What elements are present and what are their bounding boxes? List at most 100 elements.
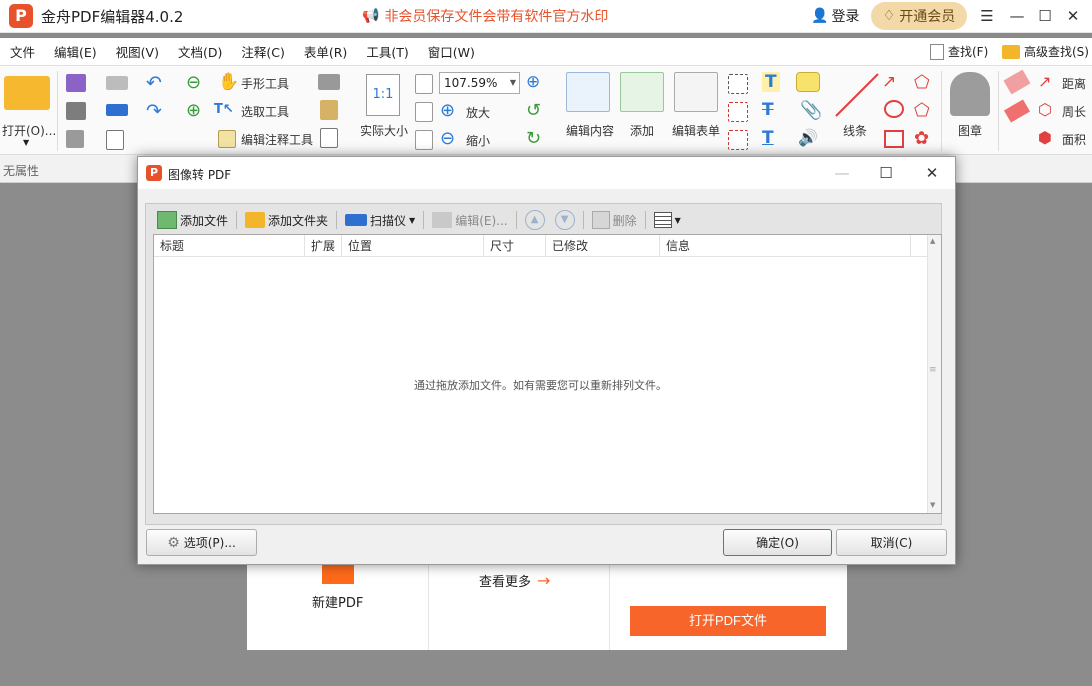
new-pdf-label[interactable]: 新建PDF — [312, 592, 363, 611]
new-pdf-icon[interactable] — [322, 562, 354, 584]
open-folder-icon[interactable] — [4, 76, 50, 110]
area-label[interactable]: 面积 — [1062, 131, 1086, 148]
underline-icon[interactable]: T — [762, 128, 774, 148]
text-field-icon[interactable] — [728, 102, 748, 122]
menu-view[interactable]: 视图(V) — [106, 42, 168, 61]
cloud-icon[interactable]: ✿ — [914, 128, 929, 149]
open-button-label[interactable]: 打开(O)... — [2, 122, 56, 139]
menu-annotation[interactable]: 注释(C) — [231, 42, 293, 61]
ellipse-icon[interactable] — [884, 100, 904, 118]
close-button[interactable]: ✕ — [1060, 4, 1086, 28]
line-label[interactable]: 线条 — [843, 122, 867, 139]
eraser-icon[interactable] — [1003, 99, 1031, 123]
hand-icon[interactable]: ✋ — [218, 72, 239, 92]
text-box-icon[interactable] — [728, 74, 748, 94]
email-icon[interactable] — [106, 76, 128, 90]
column-extension[interactable]: 扩展 — [305, 235, 342, 257]
fit-page-icon[interactable] — [415, 74, 433, 94]
open-dropdown-icon[interactable]: ▼ — [23, 138, 29, 147]
hand-tool-label[interactable]: 手形工具 — [241, 75, 289, 92]
column-title[interactable]: 标题 — [154, 235, 305, 257]
back-icon[interactable]: ⊖ — [186, 72, 201, 93]
distance-icon[interactable]: ↗ — [1038, 72, 1051, 91]
forward-icon[interactable]: ⊕ — [186, 100, 201, 121]
polyline-icon[interactable]: ⬠ — [914, 72, 930, 93]
column-size[interactable]: 尺寸 — [484, 235, 546, 257]
login-button[interactable]: 👤 登录 — [811, 6, 859, 26]
perimeter-label[interactable]: 周长 — [1062, 103, 1086, 120]
highlight-text-icon[interactable]: T — [762, 72, 780, 92]
scanner-button[interactable]: 扫描仪 ▼ — [341, 208, 419, 232]
edit-form-label[interactable]: 编辑表单 — [672, 122, 720, 139]
note-icon[interactable] — [796, 72, 820, 92]
stamp-icon[interactable] — [950, 72, 990, 116]
actual-size-label[interactable]: 实际大小 — [360, 122, 408, 139]
open-pdf-button[interactable]: 打开PDF文件 — [630, 606, 826, 636]
find-button[interactable]: 查找(F) — [930, 43, 988, 60]
polygon-icon[interactable]: ⬠ — [914, 100, 930, 121]
add-label[interactable]: 添加 — [630, 122, 654, 139]
rotate-left-icon[interactable]: ↺ — [526, 100, 541, 121]
rotate-right-icon[interactable]: ↻ — [526, 128, 541, 149]
magnifier-icon[interactable]: ⊕ — [526, 72, 540, 92]
add-folder-button[interactable]: 添加文件夹 — [241, 208, 332, 232]
distance-label[interactable]: 距离 — [1062, 75, 1086, 92]
edit-annotation-icon[interactable] — [218, 130, 236, 148]
cancel-button[interactable]: 取消(C) — [836, 529, 947, 556]
sound-icon[interactable]: 🔊 — [798, 128, 818, 147]
stamp-label[interactable]: 图章 — [958, 122, 982, 139]
close-button[interactable]: ✕ — [918, 161, 946, 185]
maximize-button[interactable]: ☐ — [1032, 4, 1058, 28]
options-button[interactable]: ⚙ 选项(P)... — [146, 529, 257, 556]
callout-icon[interactable] — [728, 130, 748, 150]
attachment-icon[interactable]: 📎 — [800, 100, 822, 121]
watermark-notice[interactable]: 📢 非会员保存文件会带有软件官方水印 — [362, 6, 608, 26]
scan-icon[interactable] — [106, 104, 128, 116]
edit-content-icon[interactable] — [566, 72, 610, 112]
edit-annotation-label[interactable]: 编辑注释工具 — [241, 131, 313, 148]
scroll-up-icon[interactable]: ▲ — [930, 237, 935, 245]
zoom-in-label[interactable]: 放大 — [466, 104, 490, 121]
new-doc-icon[interactable] — [106, 130, 124, 150]
edit-button[interactable]: 编辑(E)... — [428, 208, 511, 232]
move-down-button[interactable]: ▼ — [551, 208, 579, 232]
fit-width-icon[interactable] — [415, 102, 433, 122]
advanced-find-button[interactable]: 高级查找(S) — [1002, 43, 1089, 60]
zoom-out-icon[interactable]: ⊖ — [440, 128, 455, 149]
pencil-icon[interactable] — [1003, 69, 1031, 95]
save-icon[interactable] — [66, 74, 86, 92]
edit-form-icon[interactable] — [674, 72, 718, 112]
perimeter-icon[interactable]: ⬡ — [1038, 100, 1052, 119]
file-list[interactable]: 标题 扩展 位置 尺寸 已修改 信息 通过拖放添加文件。如有需要您可以重新排列文… — [153, 234, 942, 514]
vertical-scrollbar[interactable]: ▲ ≡ ▼ — [927, 235, 941, 513]
find-page-icon[interactable] — [320, 128, 338, 148]
fit-visible-icon[interactable] — [415, 130, 433, 150]
menu-window[interactable]: 窗口(W) — [418, 42, 484, 61]
minimize-button[interactable]: — — [1004, 4, 1030, 28]
camera-icon[interactable] — [318, 74, 340, 90]
edit-content-label[interactable]: 编辑内容 — [566, 122, 614, 139]
zoom-in-icon[interactable]: ⊕ — [440, 100, 455, 121]
column-location[interactable]: 位置 — [342, 235, 484, 257]
column-info[interactable]: 信息 — [660, 235, 911, 257]
clipboard-icon[interactable] — [320, 100, 338, 120]
view-mode-button[interactable]: ▼ — [650, 208, 685, 232]
menu-document[interactable]: 文档(D) — [168, 42, 231, 61]
actual-size-icon[interactable]: 1:1 — [366, 74, 400, 116]
area-icon[interactable]: ⬢ — [1038, 128, 1052, 147]
column-modified[interactable]: 已修改 — [546, 235, 660, 257]
undo-icon[interactable]: ↶ — [146, 72, 162, 94]
menu-form[interactable]: 表单(R) — [294, 42, 356, 61]
select-text-icon[interactable]: T↖ — [214, 102, 234, 117]
print-icon[interactable] — [66, 102, 86, 120]
maximize-button[interactable]: ☐ — [872, 161, 900, 185]
see-more-link[interactable]: 查看更多 → — [479, 571, 550, 590]
add-icon[interactable] — [620, 72, 664, 112]
redo-icon[interactable]: ↷ — [146, 100, 162, 122]
scroll-down-icon[interactable]: ▼ — [930, 501, 935, 509]
page-icon[interactable] — [66, 130, 84, 148]
arrow-icon[interactable]: ↗ — [882, 72, 896, 92]
zoom-out-label[interactable]: 缩小 — [466, 132, 490, 149]
select-tool-label[interactable]: 选取工具 — [241, 103, 289, 120]
ok-button[interactable]: 确定(O) — [723, 529, 832, 556]
